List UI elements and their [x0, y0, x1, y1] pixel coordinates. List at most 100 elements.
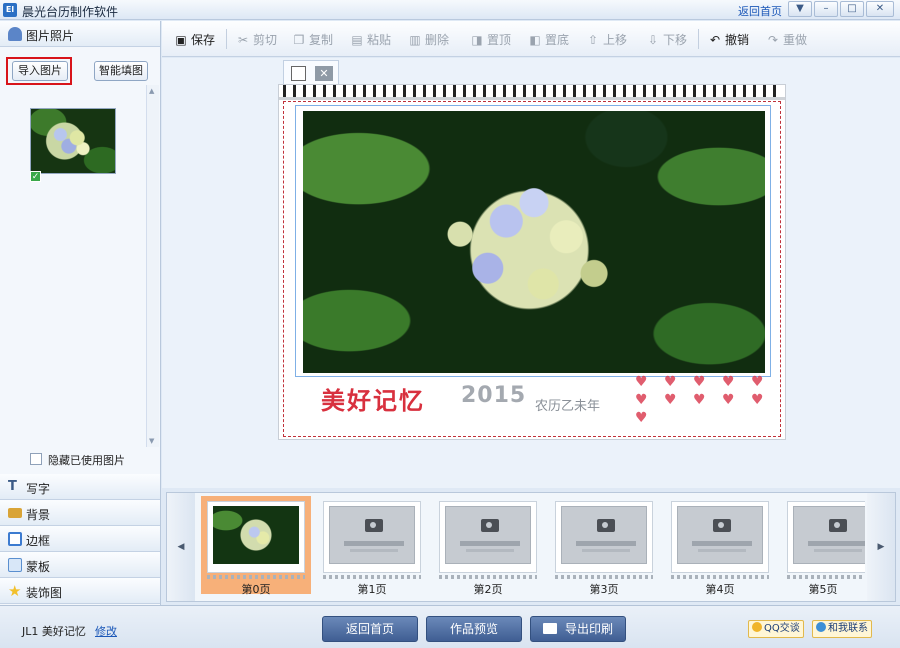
minimize-button[interactable]: – — [814, 1, 838, 17]
move-down-label: 下移 — [663, 33, 688, 47]
section-text[interactable]: T 写字 — [0, 474, 160, 500]
background-icon — [8, 508, 22, 518]
page-thumb-image — [555, 501, 653, 573]
photo-list-scrollbar[interactable]: ▲ ▼ — [146, 85, 159, 447]
send-to-bottom-button[interactable]: ◧ 置底 — [528, 31, 569, 48]
filmstrip-prev-icon[interactable]: ◀ — [167, 493, 195, 601]
cut-label: 剪切 — [253, 33, 278, 47]
move-up-button[interactable]: ⇧ 上移 — [586, 31, 627, 48]
to-top-label: 置顶 — [487, 33, 512, 47]
section-mask[interactable]: 蒙板 — [0, 552, 160, 578]
redo-button[interactable]: ↷ 重做 — [766, 31, 807, 48]
section-background[interactable]: 背景 — [0, 500, 160, 526]
page-filmstrip: ◀ ▶ 第0页 第1页 第2页 第3页 第4页 第5页 — [166, 492, 896, 602]
section-decoration-label: 装饰图 — [26, 586, 63, 600]
hydrangea-photo[interactable] — [303, 111, 765, 373]
camera-icon — [365, 519, 383, 532]
section-border[interactable]: 边框 — [0, 526, 160, 552]
section-text-label: 写字 — [26, 482, 51, 496]
redo-icon: ↷ — [767, 33, 779, 47]
page-thumb-label: 第0页 — [241, 583, 271, 596]
page-thumb-image — [207, 501, 305, 573]
photos-section-label: 图片照片 — [26, 29, 75, 43]
editor-canvas: ✕ 美好记忆 2015 农历乙未年 ♥ ♥ ♥ ♥ ♥ ♥ ♥ ♥ ♥ ♥ ♥ — [162, 58, 900, 488]
page-thumb-4[interactable]: 第4页 — [665, 496, 775, 596]
mask-icon — [8, 558, 22, 572]
arrow-down-icon: ⇩ — [647, 33, 659, 47]
undo-label: 撤销 — [725, 33, 750, 47]
page-thumb-dates — [323, 575, 421, 579]
scroll-up-icon[interactable]: ▲ — [149, 87, 154, 95]
page-thumb-3[interactable]: 第3页 — [549, 496, 659, 596]
cut-button[interactable]: ✂ 剪切 — [236, 31, 277, 48]
page-thumb-5[interactable]: 第5页 — [781, 496, 865, 594]
preview-button[interactable]: 作品预览 — [426, 616, 522, 642]
move-up-label: 上移 — [603, 33, 628, 47]
edit-project-link[interactable]: 修改 — [95, 623, 117, 639]
copy-label: 复制 — [309, 33, 334, 47]
filmstrip-next-icon[interactable]: ▶ — [867, 493, 895, 601]
page-thumb-image — [787, 501, 865, 573]
copy-button[interactable]: ❐ 复制 — [292, 31, 333, 48]
photo-thumbnail[interactable]: ✓ — [30, 108, 116, 182]
contact-us-button[interactable]: 和我联系 — [812, 620, 872, 638]
photo-frame[interactable] — [295, 105, 771, 377]
arrow-up-icon: ⇧ — [587, 33, 599, 47]
photos-section-header[interactable]: 图片照片 — [0, 21, 160, 47]
page-thumb-label: 第1页 — [357, 583, 387, 596]
page-thumb-image — [323, 501, 421, 573]
qq-chat-button[interactable]: QQ交谈 — [748, 620, 804, 638]
remove-frame-icon[interactable]: ✕ — [315, 66, 333, 81]
move-down-button[interactable]: ⇩ 下移 — [646, 31, 687, 48]
return-home-link[interactable]: 返回首页 — [738, 3, 782, 19]
page-thumb-0[interactable]: 第0页 — [201, 496, 311, 596]
to-bottom-label: 置底 — [545, 33, 570, 47]
copy-icon: ❐ — [293, 33, 305, 47]
delete-button[interactable]: ▥ 删除 — [408, 31, 449, 48]
section-background-label: 背景 — [26, 508, 51, 522]
person-icon — [8, 27, 22, 41]
binding-bar — [279, 97, 785, 100]
star-icon: ★ — [8, 582, 22, 600]
window-title: 晨光台历制作软件 — [22, 5, 119, 19]
add-frame-icon[interactable] — [291, 66, 306, 81]
page-thumb-dates — [207, 575, 305, 579]
delete-label: 删除 — [425, 33, 450, 47]
paste-button[interactable]: ▤ 粘贴 — [350, 31, 391, 48]
paste-label: 粘贴 — [367, 33, 392, 47]
save-button[interactable]: ▣ 保存 — [174, 31, 215, 48]
page-thumb-dates — [787, 575, 865, 579]
calendar-title-art[interactable]: 美好记忆 — [321, 381, 425, 416]
export-print-button[interactable]: 导出印刷 — [530, 616, 626, 642]
camera-icon — [481, 519, 499, 532]
calendar-page[interactable]: 美好记忆 2015 农历乙未年 ♥ ♥ ♥ ♥ ♥ ♥ ♥ ♥ ♥ ♥ ♥ — [278, 84, 786, 440]
undo-button[interactable]: ↶ 撤销 — [708, 31, 749, 48]
lunar-year-text[interactable]: 农历乙未年 — [535, 395, 600, 414]
edit-toolbar: ▣ 保存 ✂ 剪切 ❐ 复制 ▤ 粘贴 ▥ 删除 ◨ 置顶 ◧ 置底 ⇧ 上移 ⇩ 下移 ↶ 撤销 … — [162, 21, 900, 57]
back-home-button[interactable]: 返回首页 — [322, 616, 418, 642]
close-button[interactable]: ✕ — [866, 1, 894, 17]
save-icon: ▣ — [175, 33, 187, 47]
hearts-decoration: ♥ ♥ ♥ ♥ ♥ ♥ ♥ ♥ ♥ ♥ ♥ — [635, 374, 770, 426]
bring-front-icon: ◨ — [471, 33, 483, 47]
page-thumb-1[interactable]: 第1页 — [317, 496, 427, 596]
section-decoration[interactable]: ★ 装饰图 — [0, 578, 160, 604]
globe-icon — [816, 622, 826, 632]
export-print-label: 导出印刷 — [564, 622, 613, 636]
hide-used-checkbox[interactable] — [30, 453, 42, 465]
page-thumb-dates — [439, 575, 537, 579]
page-thumb-label: 第5页 — [808, 583, 838, 594]
page-thumb-image — [439, 501, 537, 573]
page-thumb-2[interactable]: 第2页 — [433, 496, 543, 596]
smart-fill-button[interactable]: 智能填图 — [94, 61, 148, 81]
scissors-icon: ✂ — [237, 33, 249, 47]
calendar-year[interactable]: 2015 — [461, 383, 526, 408]
dropdown-menu-icon[interactable]: ▼ — [788, 1, 812, 17]
hydrangea-thumbnail-image — [30, 108, 116, 174]
camera-icon — [829, 519, 847, 532]
bring-to-top-button[interactable]: ◨ 置顶 — [470, 31, 511, 48]
camera-icon — [713, 519, 731, 532]
project-name: JL1 美好记忆 — [22, 625, 86, 638]
scroll-down-icon[interactable]: ▼ — [149, 437, 154, 445]
maximize-button[interactable]: □ — [840, 1, 864, 17]
